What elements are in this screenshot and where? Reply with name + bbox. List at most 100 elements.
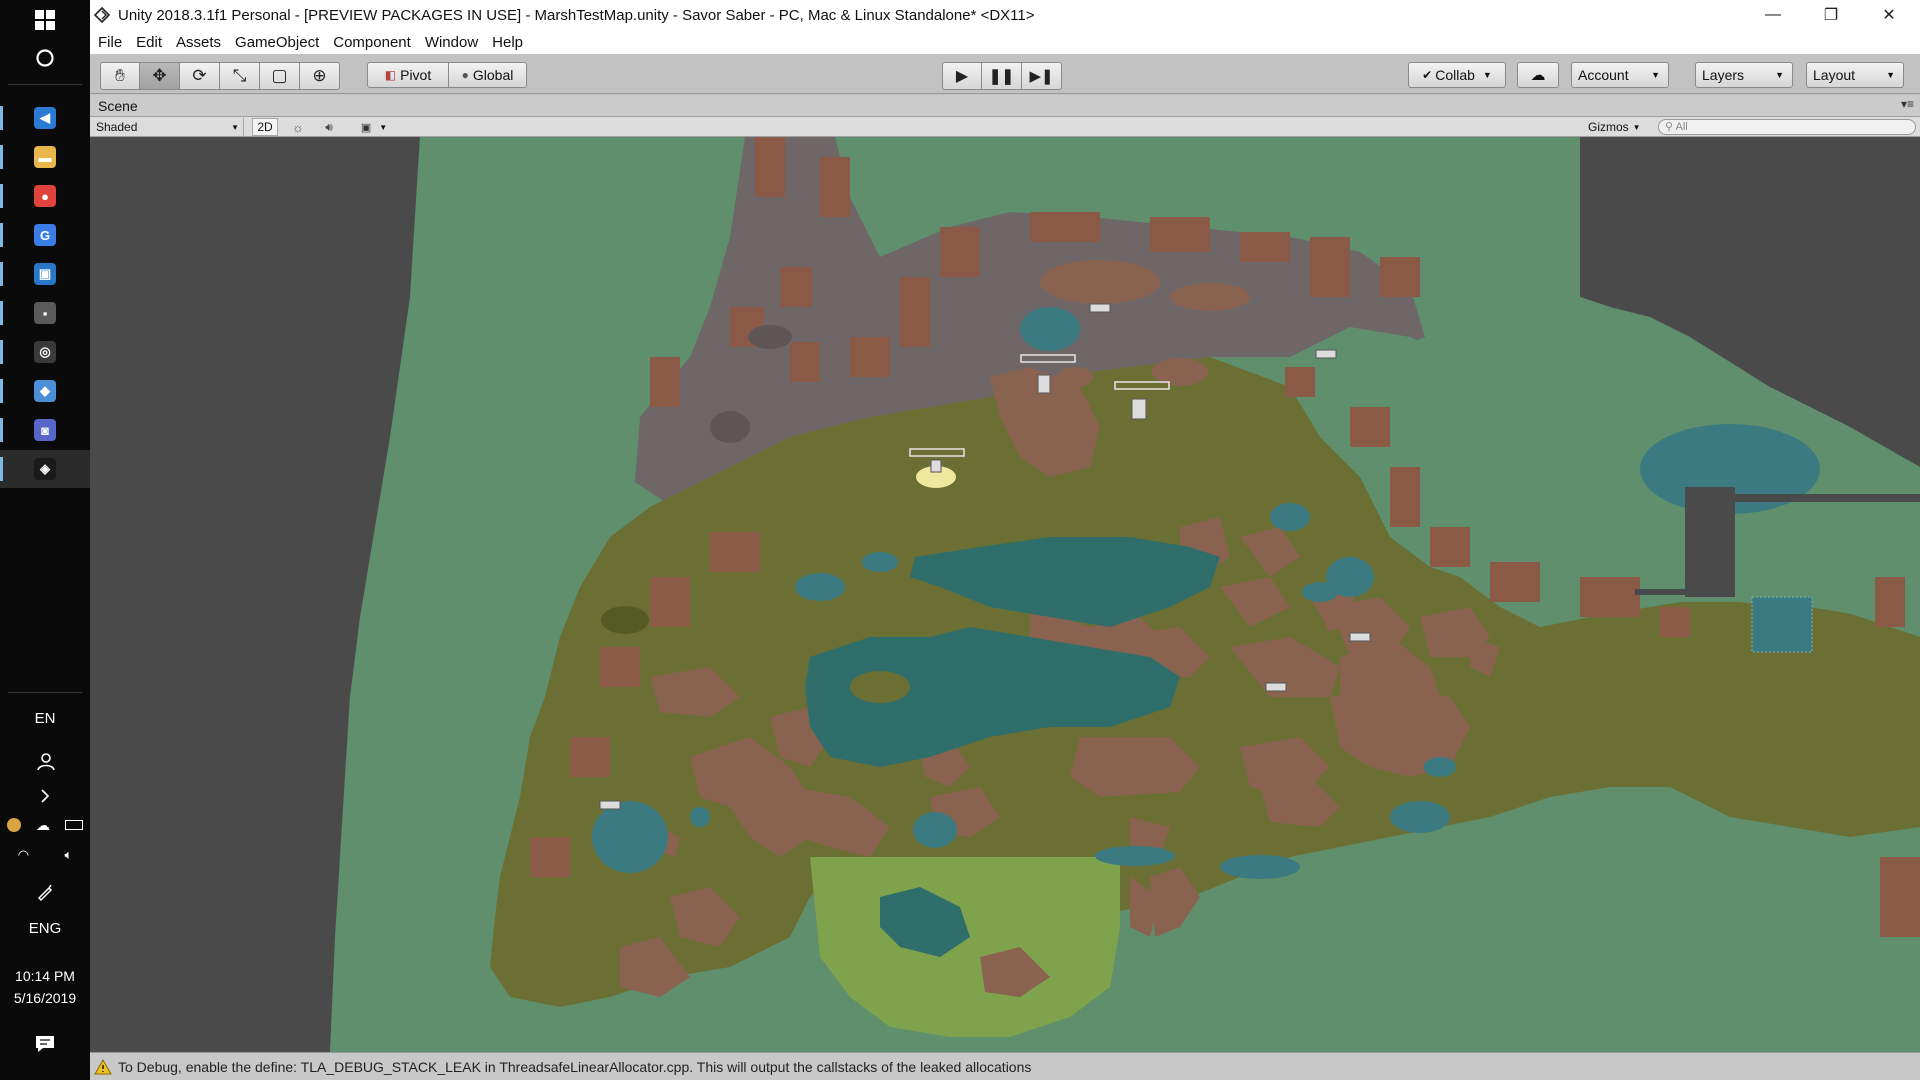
2d-label: 2D	[257, 120, 273, 134]
taskbar-app-notes[interactable]: ◆	[0, 372, 90, 410]
transform-tool-button[interactable]: ⊕	[300, 62, 340, 90]
layers-dropdown[interactable]: Layers ▼	[1695, 62, 1793, 88]
scene-search-input[interactable]: ⚲ All	[1658, 119, 1916, 135]
menu-help[interactable]: Help	[486, 34, 529, 51]
dropdown-arrow-icon: ▼	[1886, 70, 1895, 80]
layout-dropdown[interactable]: Layout ▼	[1806, 62, 1904, 88]
clock-date[interactable]: 5/16/2019	[0, 990, 90, 1006]
layout-label: Layout	[1813, 67, 1856, 83]
discord-icon: ◙	[34, 419, 56, 441]
taskbar-app-chrome[interactable]: ●	[0, 177, 90, 215]
rect-tool-button[interactable]: ▢	[260, 62, 300, 90]
transform-icon: ⊕	[312, 66, 327, 85]
scene-view-toolbar: Shaded ▼ 2D ☼ 🔊︎ ▣ ▼ Gizmos ▼ ⚲ All	[90, 117, 1920, 137]
menu-edit[interactable]: Edit	[130, 34, 168, 51]
shading-mode-dropdown[interactable]: Shaded ▼	[96, 118, 244, 136]
layers-label: Layers	[1702, 67, 1745, 83]
menu-gameobject[interactable]: GameObject	[229, 34, 325, 51]
transform-tools: ✋︎ ✥ ⟳ ⤡ ▢ ⊕	[100, 62, 340, 90]
battery-icon[interactable]	[64, 820, 83, 830]
console-message: To Debug, enable the define: TLA_DEBUG_S…	[118, 1058, 1032, 1075]
pivot-label: Pivot	[400, 67, 432, 83]
lighting-toggle[interactable]: ☼	[288, 118, 308, 136]
taskbar-app-vscode[interactable]: ◀	[0, 99, 90, 137]
clock-time[interactable]: 10:14 PM	[0, 968, 90, 984]
effects-dropdown[interactable]: ▣ ▼	[358, 118, 390, 136]
keyboard-language[interactable]: ENG	[0, 920, 90, 937]
taskbar-app-google[interactable]: G	[0, 216, 90, 254]
volume-icon[interactable]: 🔈︎	[64, 847, 72, 863]
pivot-icon: ◧	[384, 68, 397, 82]
pause-button[interactable]: ❚❚	[982, 62, 1022, 90]
play-button[interactable]: ▶	[942, 62, 982, 90]
language-indicator[interactable]: EN	[0, 710, 90, 727]
cloud-button[interactable]: ☁	[1517, 62, 1559, 88]
menu-component[interactable]: Component	[327, 34, 417, 51]
chevron-right-icon	[41, 789, 50, 803]
running-indicator	[0, 301, 3, 325]
running-indicator	[0, 379, 3, 403]
menu-window[interactable]: Window	[419, 34, 484, 51]
windows-logo-icon	[35, 10, 55, 30]
menu-bar: File Edit Assets GameObject Component Wi…	[90, 30, 1920, 54]
running-indicator	[0, 223, 3, 247]
wifi-icon[interactable]: ◠	[18, 847, 29, 863]
collab-dropdown[interactable]: ✔ Collab ▼	[1408, 62, 1506, 88]
account-label: Account	[1578, 67, 1629, 83]
start-button[interactable]	[0, 0, 90, 40]
console-status-bar[interactable]: To Debug, enable the define: TLA_DEBUG_S…	[90, 1052, 1920, 1080]
rotate-tool-button[interactable]: ⟳	[180, 62, 220, 90]
dropdown-arrow-icon: ▼	[1651, 70, 1660, 80]
rotate-icon: ⟳	[192, 66, 207, 85]
cortana-button[interactable]	[0, 38, 90, 78]
taskbar-app-gitkraken[interactable]: ◎	[0, 333, 90, 371]
action-center-button[interactable]	[0, 1024, 90, 1064]
cloud-sync-icon[interactable]: ☁	[36, 817, 50, 834]
taskbar-app-discord[interactable]: ◙	[0, 411, 90, 449]
step-button[interactable]: ▶❚	[1022, 62, 1062, 90]
scene-viewport[interactable]	[90, 137, 1920, 1052]
pivot-toggle[interactable]: ◧ Pivot	[367, 62, 449, 88]
taskbar-app-calendar[interactable]: ▣	[0, 255, 90, 293]
chat-app-icon: ▪	[34, 302, 56, 324]
dropdown-arrow-icon: ▼	[1632, 122, 1641, 132]
taskbar-divider	[8, 84, 82, 85]
scale-tool-button[interactable]: ⤡	[220, 62, 260, 90]
2d-mode-toggle[interactable]: 2D	[252, 118, 278, 136]
tilemap-render[interactable]	[90, 137, 1920, 1052]
window-app-icon: ▣	[34, 263, 56, 285]
gizmos-dropdown[interactable]: Gizmos ▼	[1588, 118, 1648, 136]
taskbar-app-chat[interactable]: ▪	[0, 294, 90, 332]
tab-scene[interactable]: Scene	[98, 98, 138, 114]
audio-toggle[interactable]: 🔊︎	[318, 118, 340, 136]
pen-workspace-button[interactable]	[0, 872, 90, 912]
moss-patch	[601, 606, 649, 634]
speaker-icon: 🔊︎	[325, 119, 333, 134]
dropdown-arrow-icon: ▼	[379, 122, 388, 132]
cloud-icon: ☁	[1530, 67, 1546, 84]
tray-app-icon[interactable]	[7, 818, 22, 832]
gizmos-label: Gizmos	[1588, 120, 1629, 134]
menu-assets[interactable]: Assets	[170, 34, 227, 51]
vscode-icon: ◀	[34, 107, 56, 129]
unity-editor-window: Unity 2018.3.1f1 Personal - [PREVIEW PAC…	[90, 0, 1920, 1080]
globe-icon: ●	[461, 68, 469, 82]
hand-icon: ✋︎	[115, 66, 125, 85]
taskbar-app-unity[interactable]: ◈	[0, 450, 90, 488]
minimize-button[interactable]: —	[1744, 0, 1802, 30]
menu-file[interactable]: File	[92, 34, 128, 51]
show-hidden-icons-button[interactable]	[0, 776, 90, 816]
taskbar-app-file-explorer[interactable]: ▬	[0, 138, 90, 176]
play-icon: ▶	[955, 68, 969, 85]
hand-tool-button[interactable]: ✋︎	[100, 62, 140, 90]
account-dropdown[interactable]: Account ▼	[1571, 62, 1669, 88]
global-toggle[interactable]: ● Global	[448, 62, 527, 88]
panel-menu-icon[interactable]: ▾≡	[1901, 97, 1914, 111]
move-arrows-icon: ✥	[152, 66, 167, 85]
maximize-button[interactable]: ❐	[1802, 0, 1860, 30]
close-button[interactable]: ✕	[1860, 0, 1918, 30]
check-icon: ✔	[1422, 68, 1433, 82]
warning-icon	[94, 1058, 112, 1074]
shading-mode-label: Shaded	[96, 120, 138, 134]
move-tool-button[interactable]: ✥	[140, 62, 180, 90]
